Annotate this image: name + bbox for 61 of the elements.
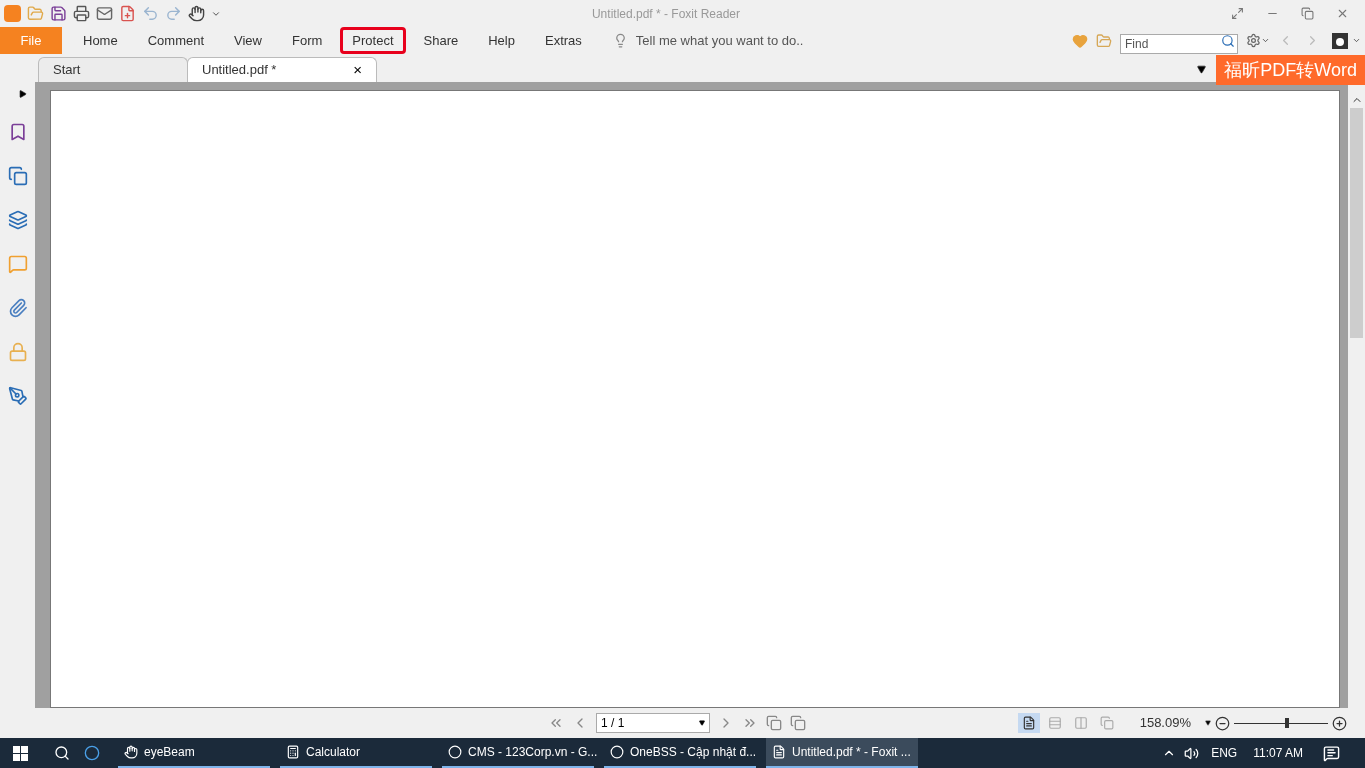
zoom-slider[interactable] (1234, 717, 1328, 729)
language-indicator[interactable]: ENG (1211, 744, 1238, 762)
new-file-icon[interactable] (119, 5, 136, 22)
pages-icon[interactable] (7, 166, 28, 186)
restore-icon[interactable] (1301, 7, 1314, 20)
page-layout-icon (1021, 716, 1036, 730)
user-avatar-icon[interactable] (1332, 32, 1348, 49)
ribbon-tab[interactable]: Protect (340, 27, 406, 54)
tell-me-field[interactable]: Tell me what you want to do.. (635, 30, 836, 51)
view-mode-button[interactable] (1017, 713, 1040, 733)
app-logo-icon (4, 5, 21, 22)
layers-icon[interactable] (7, 210, 28, 230)
app-icon (448, 745, 462, 759)
caret-icon[interactable] (1261, 36, 1270, 45)
taskbar-app[interactable]: OneBSS - Cập nhật đ... (604, 738, 756, 768)
hand-icon[interactable] (188, 5, 205, 22)
app-icon[interactable] (84, 745, 100, 761)
find-field[interactable]: Find (1120, 33, 1238, 54)
app-icon (772, 745, 786, 759)
fullscreen-icon[interactable] (1231, 7, 1244, 20)
zoom-level: 158.09% (1139, 714, 1191, 733)
save-icon[interactable] (50, 5, 67, 22)
page-layout-icon (1099, 716, 1114, 730)
pen-icon[interactable] (7, 386, 28, 406)
taskbar-app[interactable]: Calculator (280, 738, 432, 768)
page-layout-icon (1073, 716, 1088, 730)
zoom-out-icon[interactable] (1215, 715, 1230, 731)
close-tab-icon[interactable]: × (353, 58, 362, 82)
dropdown-caret-icon[interactable] (1197, 65, 1207, 74)
ribbon-tab[interactable]: View (222, 27, 274, 54)
volume-icon[interactable] (1184, 745, 1200, 761)
envelope-icon[interactable] (96, 5, 113, 22)
notification-icon[interactable] (1323, 744, 1340, 762)
clock[interactable]: 11:07 AM (1253, 744, 1303, 762)
ribbon-tab[interactable]: Extras (533, 27, 594, 54)
window-title: Untitled.pdf * - Foxit Reader (591, 5, 742, 23)
taskbar-app[interactable]: eyeBeam (118, 738, 270, 768)
app-icon (124, 745, 138, 759)
dropdown-caret-icon[interactable] (699, 720, 705, 726)
caret-icon[interactable] (1352, 36, 1361, 45)
ribbon-tab[interactable]: Comment (135, 27, 217, 54)
page-layout-icon (1047, 716, 1062, 730)
paperclip-icon[interactable] (7, 298, 28, 318)
expand-arrow-icon[interactable] (18, 90, 27, 98)
page-number-field[interactable]: 1 / 1 (596, 713, 710, 733)
document-tab[interactable]: Untitled.pdf * × (187, 57, 377, 82)
app-icon (286, 745, 300, 759)
close-icon[interactable] (1336, 7, 1349, 20)
ribbon-tab[interactable]: Home (71, 27, 130, 54)
document-tab[interactable]: Start (38, 57, 188, 82)
printer-icon[interactable] (73, 5, 90, 22)
zoom-dropdown-icon[interactable] (1205, 720, 1211, 726)
ribbon-tab[interactable]: Share (411, 27, 471, 54)
slider-thumb[interactable] (1284, 718, 1289, 728)
app-icon (610, 745, 624, 759)
ribbon-tab[interactable]: Form (280, 27, 335, 54)
settings-icon[interactable] (1246, 33, 1261, 48)
ribbon-tab[interactable]: Help (476, 27, 527, 54)
search-icon[interactable] (54, 745, 70, 761)
zoom-in-icon[interactable] (1332, 715, 1347, 731)
taskbar-app[interactable]: Untitled.pdf * - Foxit ... (766, 738, 918, 768)
